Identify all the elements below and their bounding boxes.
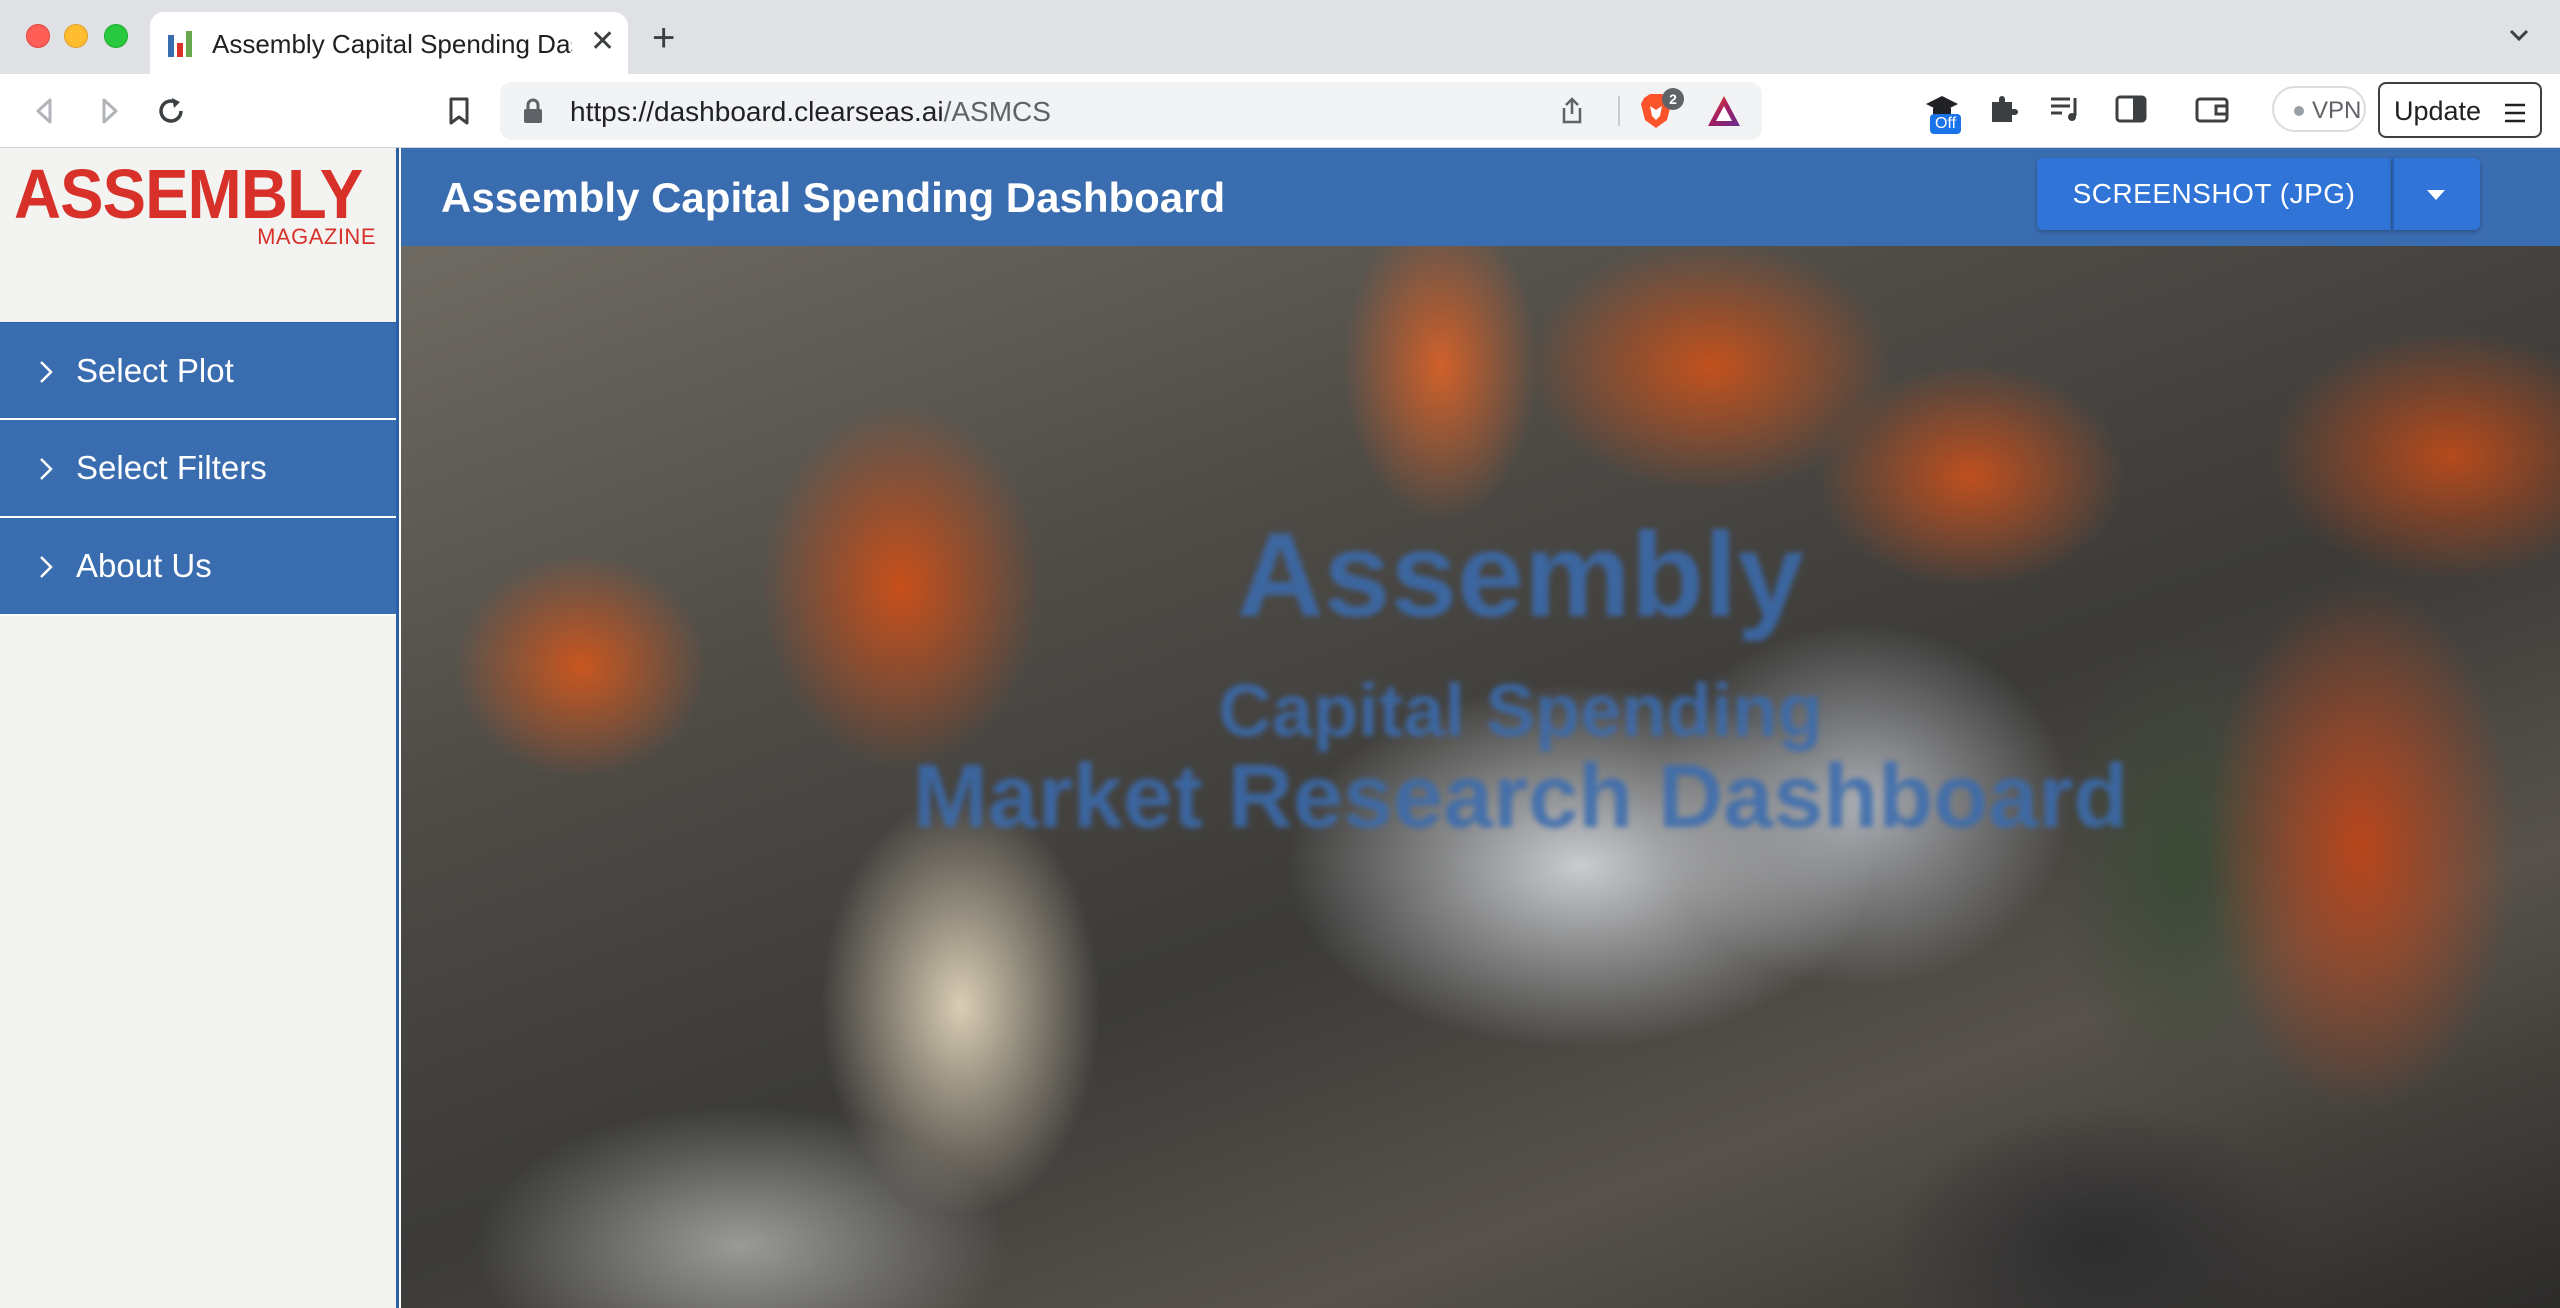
vpn-label: VPN bbox=[2312, 97, 2362, 124]
reload-icon[interactable] bbox=[152, 92, 190, 130]
sidebar-item-about-us[interactable]: About Us bbox=[0, 518, 396, 616]
sidebar-item-label: Select Plot bbox=[76, 351, 234, 389]
page-viewport: ASSEMBLY MAGAZINE Select Plot Select Fil… bbox=[0, 148, 2560, 1308]
sidebar-item-select-filters[interactable]: Select Filters bbox=[0, 420, 396, 518]
browser-tab-active[interactable]: Assembly Capital Spending Das ✕ bbox=[150, 12, 628, 74]
update-button[interactable]: Update bbox=[2378, 82, 2542, 138]
bar-chart-favicon-icon bbox=[168, 31, 194, 57]
url-path: /ASMCS bbox=[943, 96, 1051, 127]
extension-off-badge: Off bbox=[1930, 114, 1962, 134]
assembly-magazine-logo[interactable]: ASSEMBLY MAGAZINE bbox=[14, 155, 386, 252]
sidebar-item-select-plot[interactable]: Select Plot bbox=[0, 322, 396, 420]
hero-title: Assembly bbox=[1237, 508, 1804, 642]
tab-close-icon[interactable]: ✕ bbox=[590, 27, 615, 57]
media-playlist-icon[interactable] bbox=[2048, 92, 2084, 131]
window-close-button[interactable] bbox=[26, 24, 50, 48]
sidebar-item-label: Select Filters bbox=[76, 449, 267, 486]
dashboard-header: Assembly Capital Spending Dashboard SCRE… bbox=[401, 148, 2560, 246]
tab-title: Assembly Capital Spending Das bbox=[212, 29, 572, 59]
chevron-right-icon bbox=[40, 556, 53, 578]
browser-tab-strip: Assembly Capital Spending Das ✕ + bbox=[0, 0, 2560, 74]
new-tab-plus-icon[interactable]: + bbox=[652, 18, 675, 58]
hero-subtitle: Capital Spending bbox=[1218, 669, 1823, 752]
screenshot-button[interactable]: SCREENSHOT (JPG) bbox=[2037, 158, 2391, 230]
page-title: Assembly Capital Spending Dashboard bbox=[441, 174, 1226, 221]
vpn-status-dot-icon bbox=[2294, 106, 2304, 116]
window-minimize-button[interactable] bbox=[64, 24, 88, 48]
wallet-icon[interactable] bbox=[2194, 92, 2230, 131]
hamburger-menu-icon[interactable] bbox=[2504, 100, 2526, 131]
chevron-right-icon bbox=[40, 361, 53, 383]
tab-search-chevron-icon[interactable] bbox=[2506, 22, 2532, 53]
logo-wordmark: ASSEMBLY bbox=[14, 155, 363, 233]
vpn-button[interactable]: VPN bbox=[2272, 86, 2366, 132]
bookmark-icon[interactable] bbox=[440, 92, 478, 130]
share-icon[interactable] bbox=[1558, 96, 1586, 131]
sidebar-item-label: About Us bbox=[76, 547, 212, 584]
sidebar-menu: Select Plot Select Filters About Us bbox=[0, 322, 396, 616]
back-arrow-icon[interactable] bbox=[26, 92, 64, 130]
sidebar-toggle-icon[interactable] bbox=[2114, 92, 2148, 131]
browser-toolbar: https://dashboard.clearseas.ai/ASMCS 2 O… bbox=[0, 74, 2560, 148]
url-text[interactable]: https://dashboard.clearseas.ai/ASMCS bbox=[570, 96, 1051, 128]
shields-count-badge: 2 bbox=[1662, 88, 1684, 110]
logo-subtitle: MAGAZINE bbox=[257, 224, 376, 249]
caret-down-icon bbox=[2427, 190, 2445, 200]
url-divider bbox=[1618, 96, 1620, 126]
hero-tagline: Market Research Dashboard bbox=[912, 747, 2129, 847]
address-bar[interactable]: https://dashboard.clearseas.ai/ASMCS 2 bbox=[500, 82, 1762, 140]
brave-rewards-triangle-icon[interactable] bbox=[1706, 94, 1742, 133]
extensions-puzzle-icon[interactable] bbox=[1986, 92, 2020, 131]
url-host: https://dashboard.clearseas.ai bbox=[570, 96, 944, 127]
screenshot-format-dropdown[interactable] bbox=[2392, 158, 2480, 230]
update-label: Update bbox=[2394, 96, 2482, 126]
window-maximize-button[interactable] bbox=[104, 24, 128, 48]
hero-background-image: Assembly Capital Spending Market Researc… bbox=[401, 246, 2560, 1308]
sidebar: ASSEMBLY MAGAZINE Select Plot Select Fil… bbox=[0, 148, 399, 1308]
chevron-right-icon bbox=[40, 458, 53, 480]
forward-arrow-icon[interactable] bbox=[90, 92, 128, 130]
lock-icon[interactable] bbox=[522, 98, 544, 129]
